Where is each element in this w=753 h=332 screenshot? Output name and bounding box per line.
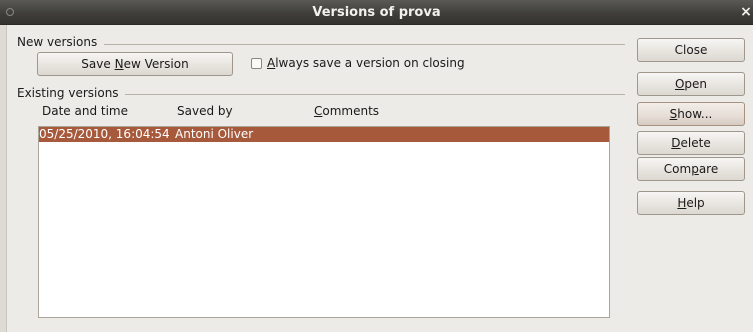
existing-versions-divider — [125, 94, 625, 95]
delete-accel: D — [671, 136, 681, 150]
always-save-checkbox[interactable] — [251, 58, 262, 69]
delete-button[interactable]: Delete — [637, 131, 745, 155]
existing-versions-heading: Existing versions — [17, 86, 119, 100]
open-accel: O — [674, 77, 685, 91]
column-header-date[interactable]: Date and time — [42, 104, 128, 118]
compare-button[interactable]: Compare — [637, 157, 745, 181]
column-header-comments[interactable]: Comments — [314, 104, 379, 118]
close-button-label: Close — [674, 43, 708, 57]
title-bar[interactable]: Versions of prova × — [0, 0, 753, 25]
help-button-label: elp — [686, 196, 705, 210]
compare-label-a: Com — [663, 162, 692, 176]
version-date: 05/25/2010, 16:04:54 — [39, 127, 170, 141]
save-new-version-button[interactable]: Save New Version — [37, 52, 233, 76]
help-button[interactable]: Help — [637, 191, 745, 215]
versions-dialog: New versions Save New Version Always sav… — [6, 25, 753, 332]
help-accel: H — [677, 196, 687, 210]
save-new-version-label-a: Save — [81, 57, 115, 71]
close-button[interactable]: Close — [637, 38, 745, 62]
comments-header-text: omments — [322, 104, 380, 118]
version-row[interactable]: 05/25/2010, 16:04:54 Antoni Oliver — [39, 127, 609, 142]
compare-accel: p — [691, 162, 699, 176]
compare-label-b: are — [698, 162, 719, 176]
column-header-saved-by[interactable]: Saved by — [177, 104, 233, 118]
show-button-label: how... — [677, 107, 713, 121]
always-save-label[interactable]: Always save a version on closing — [267, 56, 465, 70]
new-versions-divider — [104, 44, 625, 45]
window-title: Versions of prova — [312, 5, 441, 20]
version-saved-by: Antoni Oliver — [175, 127, 254, 141]
always-save-label-text: lways save a version on closing — [275, 56, 465, 70]
close-icon[interactable]: × — [739, 2, 753, 22]
show-button[interactable]: Show... — [637, 102, 745, 126]
always-save-accel: A — [267, 56, 276, 70]
delete-button-label: elete — [680, 136, 711, 150]
save-new-version-accel: N — [114, 57, 124, 71]
versions-list[interactable]: 05/25/2010, 16:04:54 Antoni Oliver — [38, 126, 610, 318]
save-new-version-label-b: ew Version — [123, 57, 189, 71]
open-button-label: pen — [684, 77, 708, 91]
new-versions-heading: New versions — [17, 35, 98, 49]
open-button[interactable]: Open — [637, 72, 745, 96]
